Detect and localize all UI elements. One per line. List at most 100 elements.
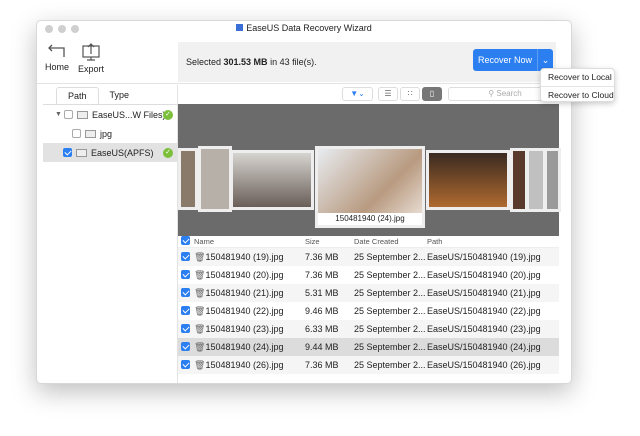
tree-node-label: EaseUS(APFS): [91, 147, 154, 158]
list-view-button[interactable]: ☰: [378, 87, 398, 101]
table-row[interactable]: 🗑150481940 (23).jpg 6.33 MB 25 September…: [178, 320, 559, 338]
trash-icon: 🗑: [194, 359, 206, 370]
date-created: 25 September 2...: [354, 288, 426, 298]
tree-node-label: EaseUS...W Files): [91, 109, 166, 120]
file-name: 150481940 (20).jpg: [205, 269, 284, 280]
thumbnail[interactable]: [230, 150, 314, 210]
menu-item-recover-to-local[interactable]: Recover to Local: [541, 69, 614, 86]
thumbnail[interactable]: [426, 150, 510, 210]
file-path: EaseUS/150481940 (24).jpg: [427, 342, 541, 352]
column-path[interactable]: Path: [427, 237, 559, 246]
file-name: 150481940 (19).jpg: [205, 251, 284, 262]
selection-prefix: Selected: [186, 57, 224, 67]
tree-node[interactable]: EaseUS(APFS) ✓: [43, 143, 177, 162]
date-created: 25 September 2...: [354, 324, 426, 334]
recover-now-label[interactable]: Recover Now: [473, 49, 537, 71]
row-checkbox[interactable]: [181, 269, 190, 279]
export-label[interactable]: Export: [78, 64, 104, 74]
minimize-button[interactable]: [58, 25, 66, 33]
check-circle-icon: ✓: [163, 109, 173, 120]
file-path: EaseUS/150481940 (21).jpg: [427, 288, 541, 298]
table-header: Name Size Date Created Path: [178, 236, 559, 248]
file-name: 150481940 (22).jpg: [205, 305, 284, 316]
thumbnail[interactable]: [526, 148, 546, 212]
table-row[interactable]: 🗑150481940 (21).jpg 5.31 MB 25 September…: [178, 284, 559, 302]
selected-count: 43 file(s): [279, 57, 315, 67]
selection-middle: in: [267, 57, 280, 67]
row-checkbox[interactable]: [181, 323, 190, 333]
folder-tree: ▼ EaseUS...W Files) ✓ jpg EaseUS(APFS) ✓: [43, 104, 177, 162]
export-icon: [82, 43, 100, 61]
row-checkbox[interactable]: [181, 251, 190, 261]
folder-icon: [85, 129, 96, 138]
sidebar: Path Type ▼ EaseUS...W Files) ✓ jpg EaseUS…: [37, 85, 178, 383]
thumbnail[interactable]: [544, 148, 561, 212]
file-path: EaseUS/150481940 (19).jpg: [427, 252, 541, 262]
date-created: 25 September 2...: [354, 270, 426, 280]
file-name: 150481940 (21).jpg: [205, 287, 284, 298]
row-checkbox[interactable]: [181, 287, 190, 297]
column-size[interactable]: Size: [305, 237, 354, 246]
grid-icon: ∷: [407, 89, 413, 98]
export-button[interactable]: Export: [78, 43, 104, 74]
tree-node[interactable]: jpg: [43, 124, 177, 143]
search-icon: ⚲: [488, 89, 495, 98]
trash-icon: 🗑: [194, 341, 206, 352]
grid-view-button[interactable]: ∷: [400, 87, 420, 101]
row-checkbox[interactable]: [181, 305, 190, 315]
coverflow-preview[interactable]: 150481940 (24).jpg: [178, 104, 561, 236]
selected-thumbnail[interactable]: 150481940 (24).jpg: [315, 146, 425, 228]
home-label: Home: [45, 62, 70, 72]
checkbox[interactable]: [63, 110, 73, 119]
table-row[interactable]: 🗑150481940 (26).jpg 7.36 MB 25 September…: [178, 356, 559, 374]
menu-item-recover-to-cloud[interactable]: Recover to Cloud: [541, 86, 614, 103]
table-row[interactable]: 🗑150481940 (24).jpg 9.44 MB 25 September…: [178, 338, 559, 356]
checkbox[interactable]: [72, 129, 81, 138]
checkbox[interactable]: [63, 148, 72, 157]
folder-icon: [76, 110, 88, 119]
folder-icon: [76, 148, 87, 157]
table-row[interactable]: 🗑150481940 (20).jpg 7.36 MB 25 September…: [178, 266, 559, 284]
file-path: EaseUS/150481940 (20).jpg: [427, 270, 541, 280]
coverflow-icon: ▯: [429, 89, 435, 98]
close-button[interactable]: [45, 25, 53, 33]
filter-icon: ▼⌄: [350, 89, 365, 98]
table-row[interactable]: 🗑150481940 (22).jpg 9.46 MB 25 September…: [178, 302, 559, 320]
search-placeholder: Search: [496, 89, 522, 98]
thumbnail[interactable]: [178, 148, 198, 210]
file-size: 7.36 MB: [305, 252, 339, 262]
home-icon: [48, 44, 65, 57]
column-name[interactable]: Name: [194, 237, 305, 246]
date-created: 25 September 2...: [354, 306, 426, 316]
file-size: 7.36 MB: [305, 270, 339, 280]
filter-button[interactable]: ▼⌄: [342, 87, 373, 101]
home-button[interactable]: Home: [45, 43, 69, 72]
file-name: 150481940 (24).jpg: [205, 341, 284, 352]
tab-type[interactable]: Type: [99, 87, 141, 104]
file-name: 150481940 (23).jpg: [205, 323, 284, 334]
file-size: 9.44 MB: [305, 342, 339, 352]
row-checkbox[interactable]: [181, 341, 190, 351]
view-toolbar: ▼⌄ ☰ ∷ ▯ ⚲ Search: [178, 85, 562, 104]
select-all-checkbox[interactable]: [181, 236, 190, 245]
row-checkbox[interactable]: [181, 359, 190, 369]
file-size: 7.36 MB: [305, 360, 339, 370]
disclosure-triangle-icon[interactable]: ▼: [55, 111, 62, 118]
file-size: 5.31 MB: [305, 288, 339, 298]
check-circle-icon: ✓: [163, 147, 173, 158]
table-row[interactable]: 🗑150481940 (19).jpg 7.36 MB 25 September…: [178, 248, 559, 266]
file-path: EaseUS/150481940 (23).jpg: [427, 324, 541, 334]
window-title: EaseUS Data Recovery Wizard: [246, 23, 372, 33]
recover-dropdown-menu: Recover to Local Recover to Cloud: [540, 68, 615, 102]
toolbar: Home Export Selected 301.53 MB in 43 fil…: [37, 37, 571, 84]
coverflow-view-button[interactable]: ▯: [422, 87, 442, 101]
thumbnail[interactable]: [198, 146, 232, 212]
title-bar: EaseUS Data Recovery Wizard: [37, 21, 571, 37]
tree-node[interactable]: ▼ EaseUS...W Files) ✓: [43, 105, 177, 124]
zoom-button[interactable]: [71, 25, 79, 33]
tab-path[interactable]: Path: [56, 87, 99, 104]
main-panel: ▼⌄ ☰ ∷ ▯ ⚲ Search 150481940 (24).jpg Nam…: [178, 85, 562, 383]
trash-icon: 🗑: [194, 323, 206, 334]
selection-suffix: .: [314, 57, 317, 67]
column-date-created[interactable]: Date Created: [354, 237, 427, 246]
